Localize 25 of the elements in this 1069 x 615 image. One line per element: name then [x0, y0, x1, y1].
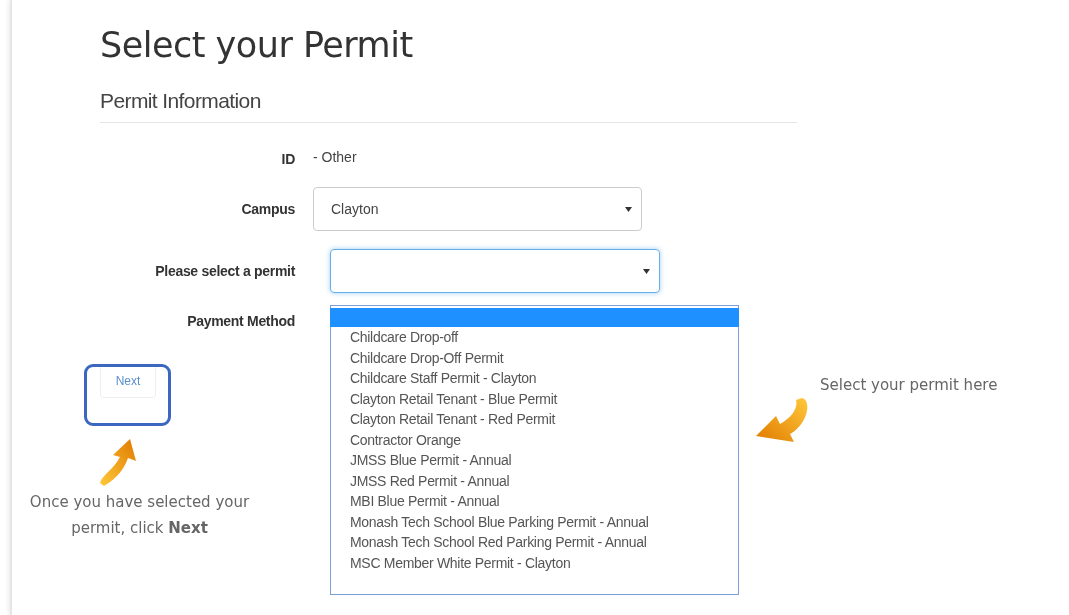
- caret-icon: [625, 206, 632, 212]
- field-label: Payment Method: [186, 313, 295, 329]
- dropdown-option[interactable]: Childcare Staff Permit - Clayton: [331, 368, 738, 389]
- field-label: Please select a permit: [154, 263, 295, 279]
- dropdown-option[interactable]: MSC Member White Permit - Clayton: [331, 552, 738, 573]
- dropdown-option[interactable]: Clayton Retail Tenant - Blue Permit: [331, 388, 738, 409]
- dropdown-option[interactable]: Monash Tech School Blue Parking Permit - Annual: [331, 511, 738, 532]
- dropdown-option[interactable]: Clayton Retail Tenant - Red Permit: [331, 409, 738, 430]
- section-title: Permit Information: [100, 88, 262, 114]
- dropdown-option[interactable]: Contractor Orange: [331, 429, 738, 450]
- callout-text: Select your permit here: [820, 375, 998, 396]
- dropdown-option[interactable]: Monash Tech School Red Parking Permit - Annual: [331, 532, 738, 553]
- dropdown-option[interactable]: MBI Blue Permit - Annual: [331, 491, 738, 512]
- dropdown-option[interactable]: JMSS Red Permit - Annual: [331, 470, 738, 491]
- caret-icon: [643, 268, 650, 274]
- field-value: - Other: [313, 149, 357, 167]
- field-label: Campus: [240, 201, 295, 217]
- field-label: ID: [280, 151, 295, 167]
- select-field[interactable]: Clayton: [313, 187, 642, 231]
- callout-text: Once you have selected your permit, click Next: [28, 492, 251, 539]
- dropdown-option[interactable]: Childcare Drop-Off Permit: [331, 347, 738, 368]
- page-title: Select your Permit: [100, 24, 414, 67]
- dropdown-option[interactable]: Childcare Drop-off: [331, 327, 738, 348]
- select-field[interactable]: [330, 249, 660, 293]
- dropdown-option[interactable]: JMSS Blue Permit - Annual: [331, 450, 738, 471]
